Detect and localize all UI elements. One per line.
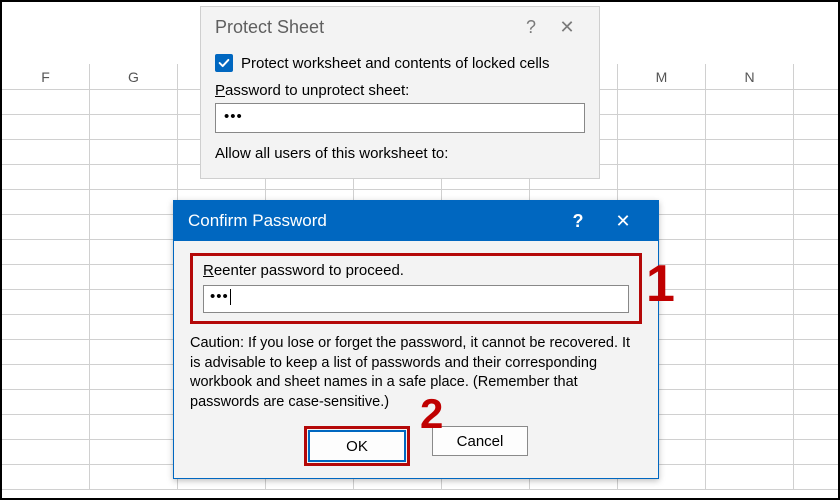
ok-button[interactable]: OK [309, 431, 405, 461]
confirm-title: Confirm Password [188, 211, 558, 231]
reenter-label: Reenter password to proceed. [203, 262, 629, 279]
protect-sheet-dialog: Protect Sheet ? ✕ Protect worksheet and … [200, 6, 600, 179]
col-header[interactable]: F [2, 64, 90, 89]
dialog-buttons: OK Cancel [190, 426, 642, 466]
protect-contents-checkbox[interactable] [215, 54, 233, 72]
close-icon[interactable]: ✕ [549, 17, 585, 38]
ok-button-highlight: OK [304, 426, 410, 466]
protect-contents-label: Protect worksheet and contents of locked… [241, 55, 550, 72]
confirm-titlebar[interactable]: Confirm Password ? ✕ [174, 201, 658, 241]
col-header[interactable]: N [706, 64, 794, 89]
annotation-2: 2 [420, 390, 443, 438]
password-label: Password to unprotect sheet: [215, 82, 585, 99]
text-caret [230, 289, 231, 305]
protect-title: Protect Sheet [215, 17, 513, 38]
help-icon[interactable]: ? [558, 211, 598, 232]
help-icon[interactable]: ? [513, 17, 549, 38]
reenter-password-input[interactable]: ••• [203, 285, 629, 313]
col-header[interactable]: G [90, 64, 178, 89]
col-header[interactable]: M [618, 64, 706, 89]
protect-titlebar[interactable]: Protect Sheet ? ✕ [201, 7, 599, 44]
allow-users-label: Allow all users of this worksheet to: [215, 145, 585, 162]
cancel-button[interactable]: Cancel [432, 426, 528, 456]
annotation-1: 1 [646, 254, 675, 314]
confirm-password-dialog: Confirm Password ? ✕ Reenter password to… [173, 200, 659, 479]
password-input[interactable]: ••• [215, 103, 585, 133]
caution-text: Caution: If you lose or forget the passw… [190, 334, 642, 412]
checkmark-icon [217, 56, 231, 70]
reenter-group-highlight: Reenter password to proceed. ••• [190, 253, 642, 324]
close-icon[interactable]: ✕ [598, 211, 648, 232]
